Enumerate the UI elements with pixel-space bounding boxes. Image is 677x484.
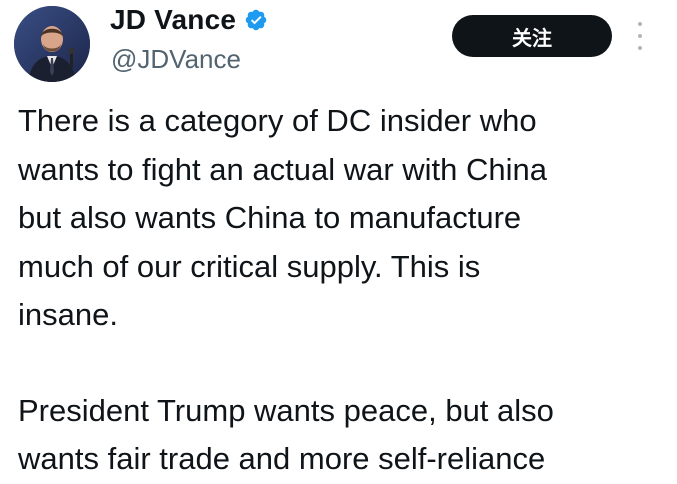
author-display-name[interactable]: JD Vance (110, 4, 236, 36)
more-vertical-icon[interactable] (632, 22, 648, 50)
verified-badge-icon (244, 8, 268, 32)
follow-button[interactable]: 关注 (452, 15, 612, 57)
more-dot (638, 34, 642, 38)
tweet-text: There is a category of DC insider who wa… (18, 97, 668, 484)
more-dot (638, 46, 642, 50)
more-dot (638, 22, 642, 26)
author-handle[interactable]: @JDVance (111, 44, 241, 75)
avatar[interactable] (14, 6, 90, 82)
avatar-photo (14, 6, 90, 82)
tweet-paragraph: There is a category of DC insider who wa… (18, 103, 547, 332)
author-name-row: JD Vance (110, 4, 268, 36)
tweet-paragraph: President Trump wants peace, but also wa… (18, 392, 554, 477)
